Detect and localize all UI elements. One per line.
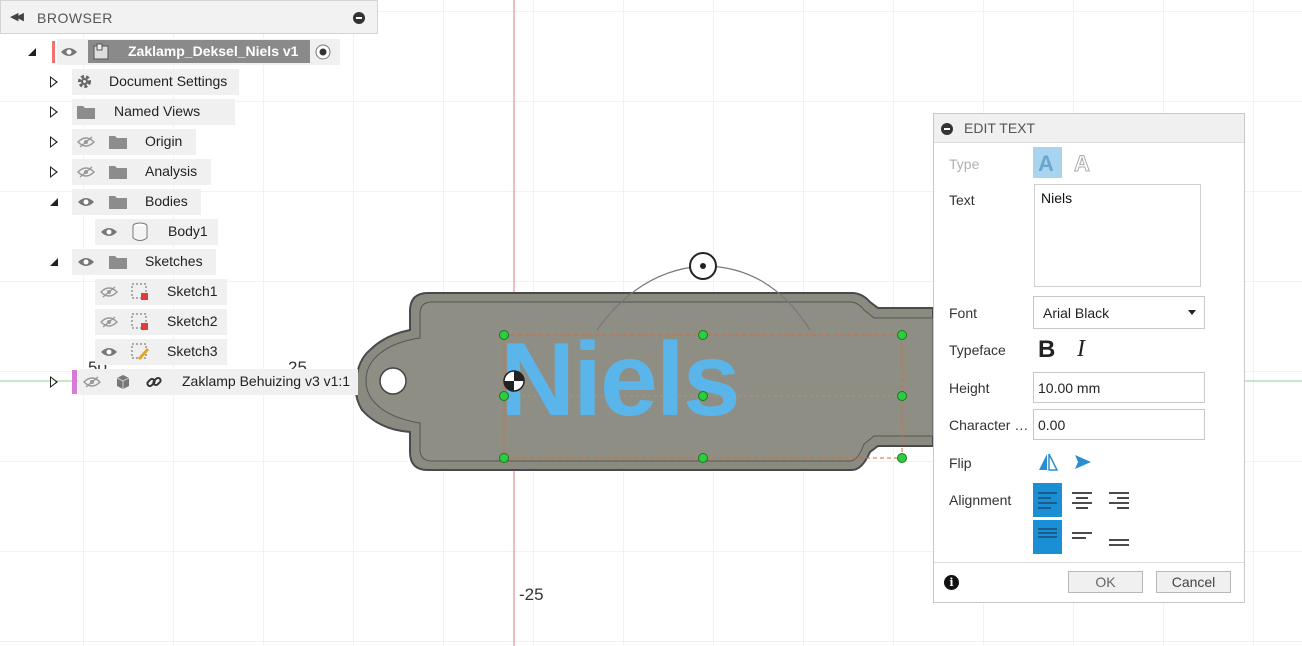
folder-icon [109, 196, 127, 209]
svg-text:A: A [1038, 151, 1054, 176]
ok-button[interactable]: OK [1068, 571, 1143, 593]
align-top-button[interactable] [1033, 520, 1062, 554]
expand-triangle-icon[interactable] [50, 198, 58, 206]
flip-vertical-icon[interactable] [1072, 451, 1094, 473]
expand-triangle-icon[interactable] [28, 48, 36, 56]
font-select-value: Arial Black [1043, 305, 1110, 321]
align-top-icon [1038, 528, 1057, 538]
activate-radio-icon[interactable] [314, 43, 332, 61]
height-label: Height [949, 380, 990, 396]
bold-button[interactable]: B [1038, 336, 1055, 364]
minimize-icon[interactable] [941, 123, 953, 135]
browser-item-named-views[interactable]: Named Views [0, 99, 240, 125]
eye-icon[interactable] [100, 346, 118, 358]
sketch-locked-icon [131, 283, 148, 300]
rotate-handle[interactable] [689, 252, 717, 280]
alignment-label: Alignment [949, 492, 1012, 508]
gear-icon [78, 75, 91, 88]
text-on-path-icon: A [1074, 151, 1091, 177]
browser-item-origin[interactable]: Origin [0, 129, 200, 155]
component-icon [93, 43, 109, 60]
root-label: Zaklamp_Deksel_Niels v1 [128, 43, 299, 59]
browser-root-row[interactable]: Zaklamp_Deksel_Niels v1 [0, 39, 345, 65]
expand-triangle-icon[interactable] [50, 258, 58, 266]
folder-icon [77, 106, 95, 119]
italic-button[interactable]: I [1077, 336, 1085, 363]
text-type-icon: A [1038, 151, 1054, 176]
browser-item-document-settings[interactable]: Document Settings [0, 69, 240, 95]
align-center-icon[interactable] [1070, 488, 1094, 512]
eye-icon[interactable] [100, 226, 118, 238]
height-input[interactable]: 10.00 mm [1033, 372, 1205, 403]
browser-title: BROWSER [37, 10, 113, 26]
expand-triangle-icon[interactable] [50, 76, 58, 88]
collapse-panel-icon[interactable]: ◀◀ [10, 10, 26, 26]
move-handle[interactable] [503, 370, 525, 392]
eye-hidden-icon[interactable] [83, 376, 101, 388]
browser-header[interactable]: ◀◀ BROWSER [0, 0, 378, 34]
expand-triangle-icon[interactable] [50, 106, 58, 118]
chevron-down-icon [1188, 310, 1196, 315]
expand-triangle-icon[interactable] [50, 166, 58, 178]
sketch-edit-icon [131, 343, 149, 360]
eye-hidden-icon[interactable] [77, 136, 95, 148]
axis-label-minus-25: -25 [519, 585, 544, 604]
dialog-header[interactable]: EDIT TEXT [934, 114, 1244, 143]
align-middle-icon[interactable] [1070, 526, 1094, 550]
eye-hidden-icon[interactable] [100, 286, 118, 298]
align-bottom-icon[interactable] [1107, 528, 1131, 552]
font-label: Font [949, 305, 978, 321]
link-icon [146, 376, 162, 388]
character-spacing-label: Character Spacing [949, 417, 1029, 433]
edit-text-dialog: EDIT TEXT Type A A Text Niels Font Arial… [933, 113, 1245, 603]
align-left-icon [1038, 492, 1057, 509]
browser-item-sketch2[interactable]: Sketch2 [0, 309, 230, 335]
dialog-title: EDIT TEXT [964, 120, 1036, 136]
eye-hidden-icon[interactable] [100, 316, 118, 328]
browser-item-analysis[interactable]: Analysis [0, 159, 215, 185]
typeface-label: Typeface [949, 342, 1006, 358]
flip-label: Flip [949, 455, 972, 471]
align-right-icon[interactable] [1107, 488, 1131, 512]
folder-icon [109, 136, 127, 149]
eye-icon[interactable] [77, 196, 95, 208]
browser-item-bodies[interactable]: Bodies [0, 189, 205, 215]
component-box-icon [116, 375, 130, 389]
eye-icon[interactable] [60, 46, 78, 58]
text-input[interactable]: Niels [1034, 184, 1201, 287]
folder-icon [109, 256, 127, 269]
browser-item-sketch1[interactable]: Sketch1 [0, 279, 230, 305]
eye-hidden-icon[interactable] [77, 166, 95, 178]
lanyard-hole [379, 367, 407, 395]
dialog-footer: i OK Cancel [934, 562, 1244, 603]
eye-icon[interactable] [77, 256, 95, 268]
svg-text:A: A [1074, 151, 1090, 176]
cancel-button[interactable]: Cancel [1156, 571, 1231, 593]
font-select[interactable]: Arial Black [1033, 296, 1205, 329]
type-label: Type [949, 156, 980, 172]
folder-icon [109, 166, 127, 179]
body-cylinder-icon [132, 222, 148, 241]
align-left-button[interactable] [1033, 483, 1062, 517]
minimize-icon[interactable] [353, 12, 365, 24]
type-text-button[interactable]: A [1033, 147, 1062, 178]
expand-triangle-icon[interactable] [50, 136, 58, 148]
info-icon[interactable]: i [944, 575, 959, 590]
expand-triangle-icon[interactable] [50, 376, 58, 388]
flip-horizontal-icon[interactable] [1037, 451, 1059, 473]
type-path-text-button[interactable]: A [1070, 147, 1098, 179]
browser-item-sketch3[interactable]: Sketch3 [0, 339, 230, 365]
sketch-locked-icon [131, 313, 148, 330]
browser-item-sketches[interactable]: Sketches [0, 249, 220, 275]
text-label: Text [949, 192, 975, 208]
character-spacing-input[interactable]: 0.00 [1033, 409, 1205, 440]
browser-item-linked-component[interactable]: Zaklamp Behuizing v3 v1:1 [0, 369, 360, 395]
browser-item-body1[interactable]: Body1 [0, 219, 222, 245]
